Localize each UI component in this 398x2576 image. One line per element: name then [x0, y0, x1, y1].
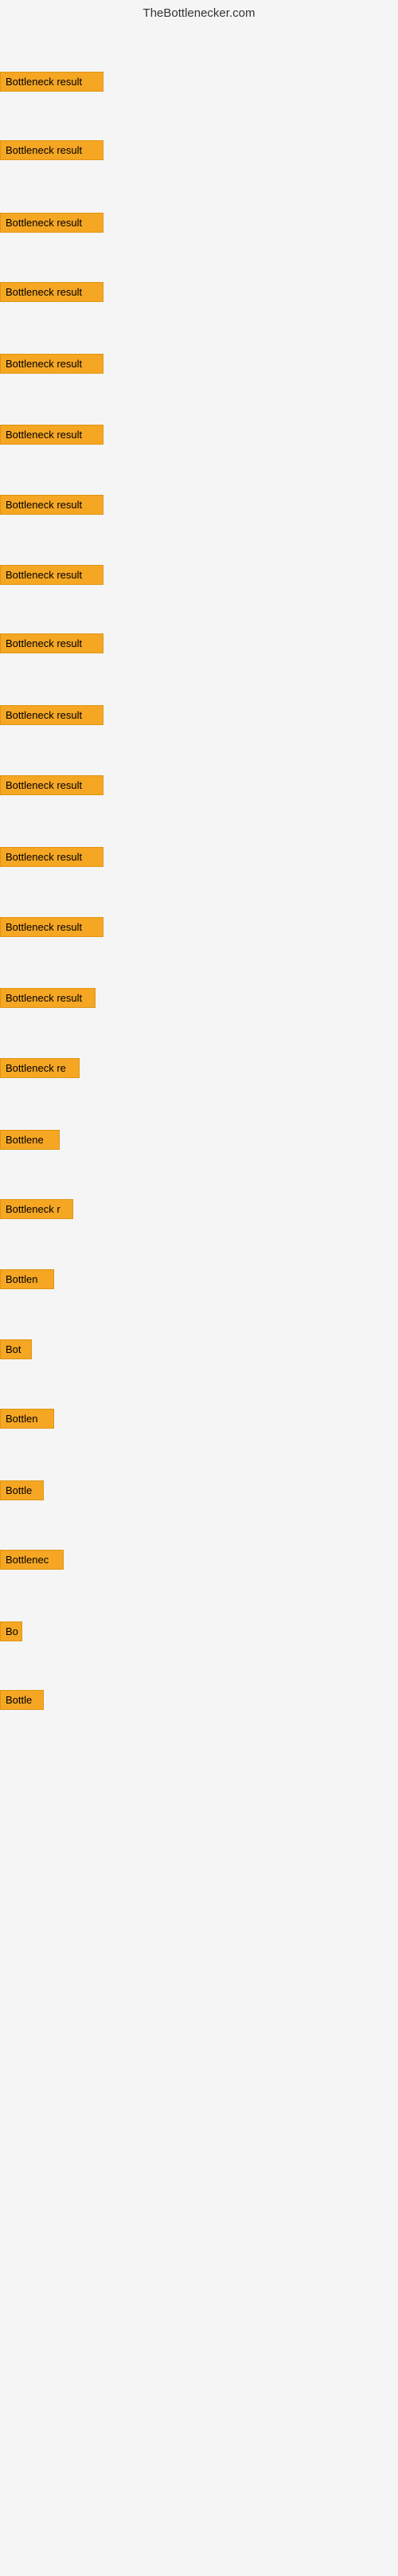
bottleneck-result-item: Bottle [0, 1690, 44, 1710]
bottleneck-result-item: Bottleneck result [0, 775, 103, 795]
site-title: TheBottlenecker.com [0, 0, 398, 26]
bottleneck-result-item: Bottleneck result [0, 213, 103, 233]
bottleneck-result-item: Bottlen [0, 1269, 54, 1289]
bottleneck-result-item: Bottlenec [0, 1550, 64, 1570]
bottleneck-result-item: Bottleneck r [0, 1199, 73, 1219]
bottleneck-result-item: Bottleneck result [0, 565, 103, 585]
bottleneck-result-item: Bottleneck result [0, 917, 103, 937]
bottleneck-result-item: Bot [0, 1339, 32, 1359]
bottleneck-result-item: Bottleneck result [0, 847, 103, 867]
bottleneck-result-item: Bottlen [0, 1409, 54, 1429]
bottleneck-result-item: Bottleneck result [0, 282, 103, 302]
bottleneck-result-item: Bottlene [0, 1130, 60, 1150]
bottleneck-result-item: Bottleneck result [0, 140, 103, 160]
bottleneck-result-item: Bottleneck result [0, 354, 103, 374]
bottleneck-result-item: Bottleneck result [0, 633, 103, 653]
bottleneck-result-item: Bottleneck result [0, 72, 103, 92]
bottleneck-result-item: Bottleneck result [0, 495, 103, 515]
bottleneck-result-item: Bottleneck re [0, 1058, 80, 1078]
bottleneck-result-item: Bottleneck result [0, 425, 103, 445]
bottleneck-result-item: Bottleneck result [0, 988, 96, 1008]
bottleneck-result-item: Bottleneck result [0, 705, 103, 725]
bottleneck-result-item: Bo [0, 1621, 22, 1641]
bottleneck-result-item: Bottle [0, 1480, 44, 1500]
